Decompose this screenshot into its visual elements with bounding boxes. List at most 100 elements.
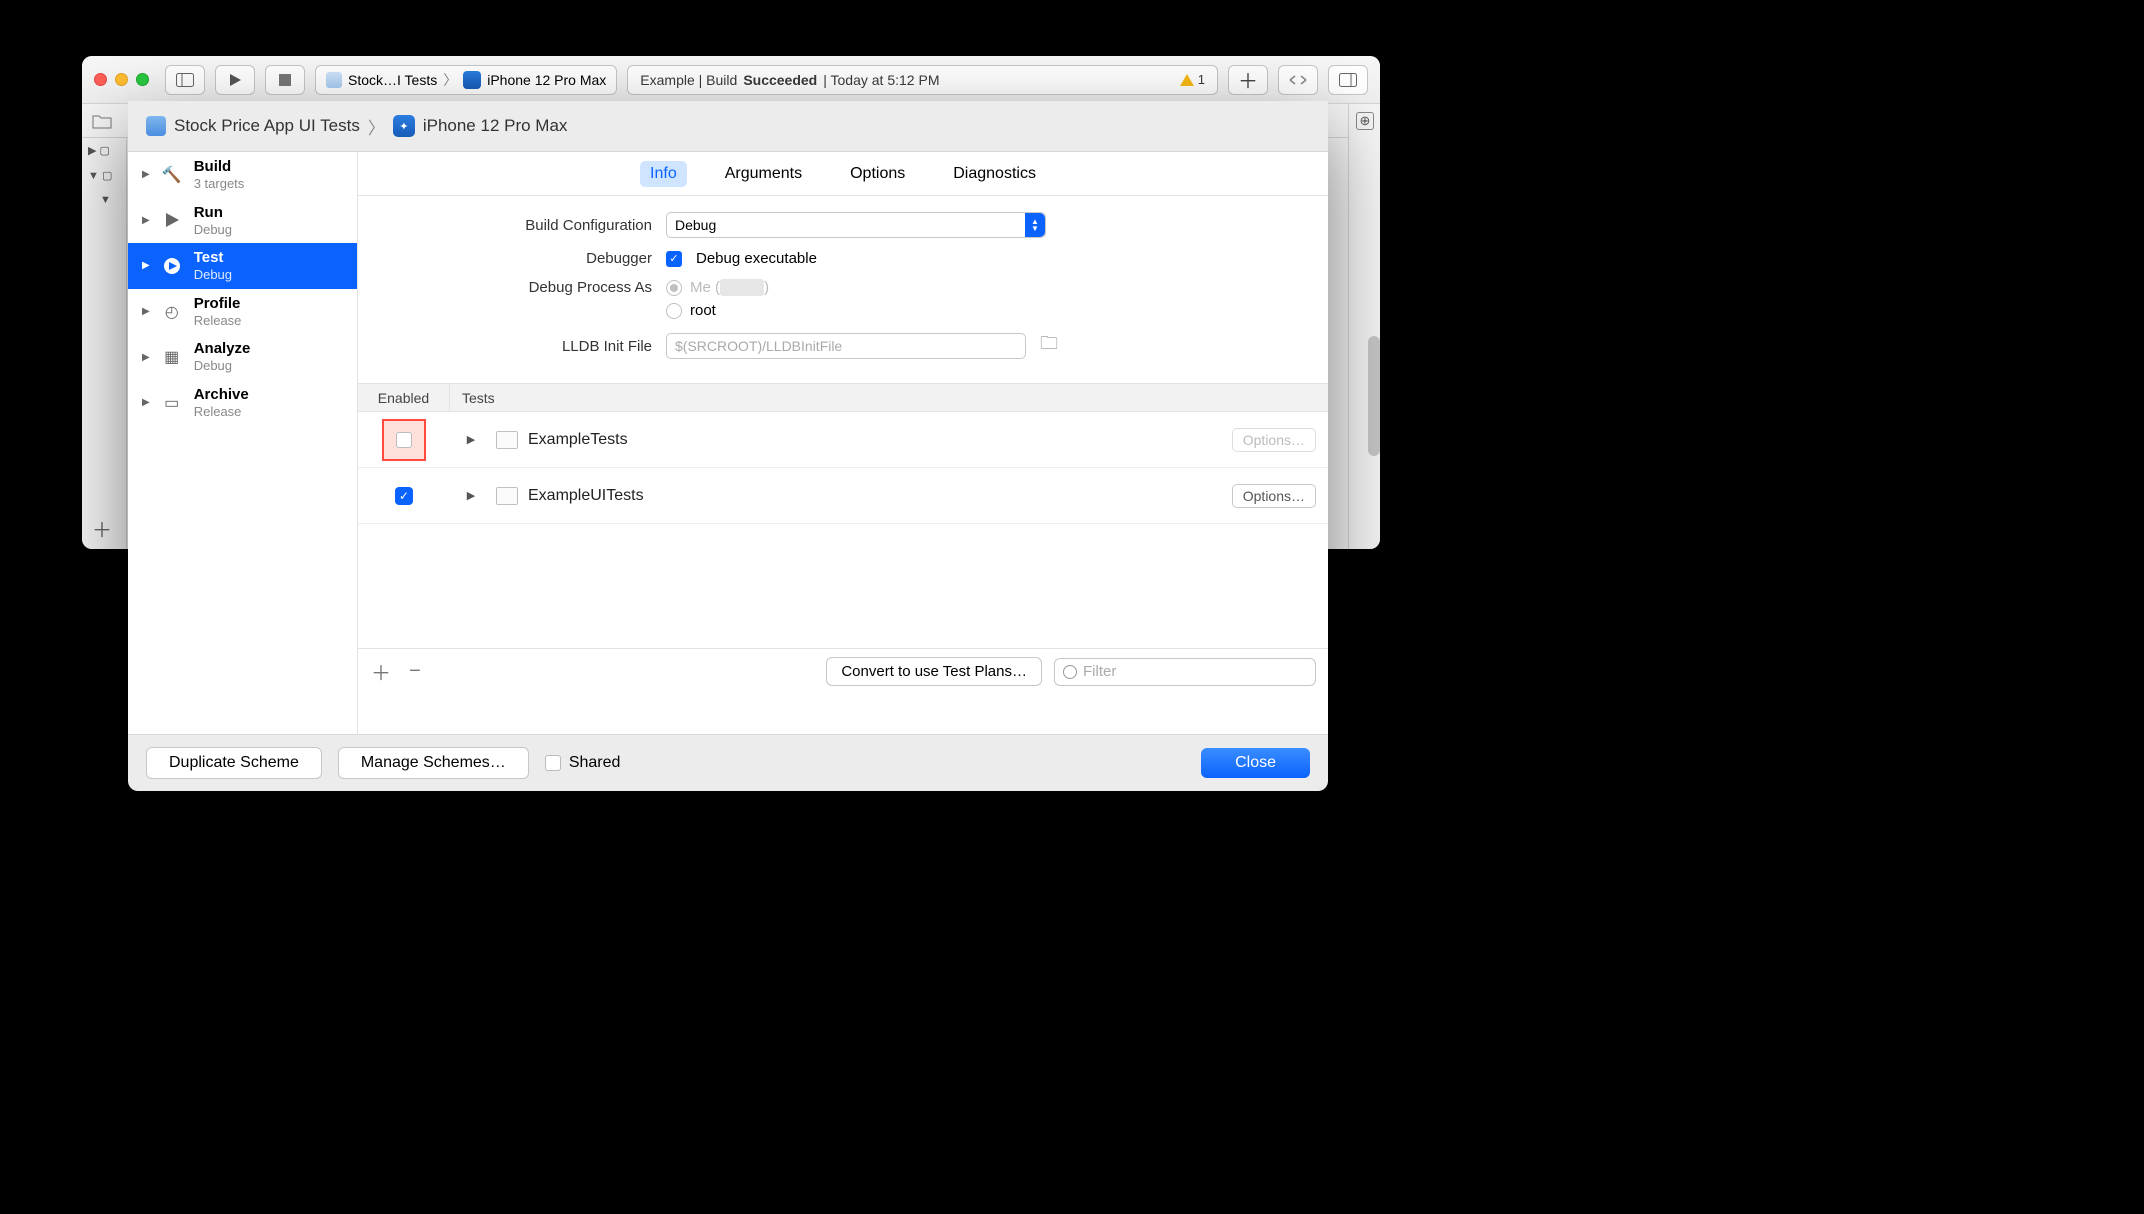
test-options-button[interactable]: Options…: [1232, 484, 1316, 508]
sidebar-item-label: Test: [194, 249, 232, 267]
enabled-checkbox-highlight: [382, 419, 426, 461]
scheme-icon: [326, 72, 342, 88]
close-button[interactable]: Close: [1201, 748, 1310, 778]
disclosure-triangle-icon[interactable]: ▼ ▢: [82, 163, 126, 188]
inspector-toggle-button[interactable]: [1328, 65, 1368, 95]
test-bundle-icon: [496, 487, 518, 505]
lldb-init-input[interactable]: $(SRCROOT)/LLDBInitFile: [666, 333, 1026, 359]
disclosure-icon: ▶: [142, 306, 150, 317]
code-review-button[interactable]: [1278, 65, 1318, 95]
close-window-icon[interactable]: [94, 73, 107, 86]
sheet-body: ▶ 🔨 Build3 targets ▶ RunDebug ▶ TestDebu…: [128, 151, 1328, 735]
shared-checkbox[interactable]: [545, 755, 561, 771]
radio-me-label: Me ( ): [690, 279, 769, 296]
sidebar-item-archive[interactable]: ▶ ▭ ArchiveRelease: [128, 380, 357, 426]
disclosure-icon[interactable]: ▶: [456, 433, 486, 446]
label-debug-process: Debug Process As: [382, 279, 652, 296]
sidebar-item-analyze[interactable]: ▶ ▦ AnalyzeDebug: [128, 334, 357, 380]
sidebar-item-sub: Release: [194, 404, 249, 420]
radio-root-label: root: [690, 302, 716, 319]
remove-test-button[interactable]: −: [404, 660, 426, 683]
col-tests: Tests: [450, 390, 495, 406]
filter-scope-icon: [1063, 665, 1077, 679]
window-traffic-lights: [94, 73, 149, 86]
device-name: iPhone 12 Pro Max: [487, 72, 606, 88]
simulator-icon: ✦: [393, 115, 415, 137]
minimize-window-icon[interactable]: [115, 73, 128, 86]
enabled-checkbox[interactable]: ✓: [395, 487, 413, 505]
stop-button[interactable]: [265, 65, 305, 95]
label-debugger: Debugger: [382, 250, 652, 267]
tab-diagnostics[interactable]: Diagnostics: [943, 161, 1046, 187]
tab-options[interactable]: Options: [840, 161, 915, 187]
shared-checkbox-group[interactable]: Shared: [545, 754, 621, 772]
activity-status[interactable]: Example | Build Succeeded | Today at 5:1…: [627, 65, 1218, 95]
breadcrumb: Stock Price App UI Tests 〉 ✦ iPhone 12 P…: [128, 101, 1328, 151]
radio-me[interactable]: [666, 280, 682, 296]
convert-test-plans-button[interactable]: Convert to use Test Plans…: [826, 657, 1042, 686]
disclosure-icon: ▶: [142, 215, 150, 226]
play-icon: [160, 208, 184, 232]
main-panel: Info Arguments Options Diagnostics Build…: [358, 152, 1328, 734]
chevron-right-icon: 〉: [443, 70, 457, 90]
sidebar-item-profile[interactable]: ▶ ◴ ProfileRelease: [128, 289, 357, 335]
build-config-select[interactable]: Debug ▲▼: [666, 212, 1046, 238]
archive-icon: ▭: [160, 391, 184, 415]
test-name: ExampleTests: [528, 431, 1232, 449]
status-text-bold: Succeeded: [743, 72, 817, 88]
disclosure-icon: ▶: [142, 397, 150, 408]
label-build-config: Build Configuration: [382, 217, 652, 234]
library-add-icon[interactable]: ⊕: [1356, 112, 1374, 130]
disclosure-triangle-icon[interactable]: ▼: [82, 188, 126, 212]
add-navigator-button[interactable]: ＋: [92, 514, 112, 543]
analyze-icon: ▦: [160, 345, 184, 369]
navigator-toggle-button[interactable]: [165, 65, 205, 95]
tab-arguments[interactable]: Arguments: [715, 161, 812, 187]
shared-label: Shared: [569, 754, 621, 772]
scheme-selector[interactable]: Stock…I Tests 〉 iPhone 12 Pro Max: [315, 65, 617, 95]
tab-info[interactable]: Info: [640, 161, 687, 187]
breadcrumb-device[interactable]: iPhone 12 Pro Max: [423, 116, 568, 136]
warning-count: 1: [1198, 72, 1205, 87]
tests-footer: ＋ − Convert to use Test Plans… Filter: [358, 648, 1328, 694]
sidebar-item-run[interactable]: ▶ RunDebug: [128, 198, 357, 244]
sidebar-item-sub: Debug: [194, 222, 232, 238]
test-row[interactable]: ▶ ExampleTests Options…: [358, 412, 1328, 468]
sidebar-item-sub: Debug: [194, 358, 251, 374]
disclosure-icon: ▶: [142, 352, 150, 363]
sidebar-item-label: Archive: [194, 386, 249, 404]
enabled-checkbox[interactable]: [396, 432, 412, 448]
sidebar-item-sub: 3 targets: [194, 176, 245, 192]
sidebar-item-test[interactable]: ▶ TestDebug: [128, 243, 357, 289]
disclosure-icon[interactable]: ▶: [456, 489, 486, 502]
test-options-button[interactable]: Options…: [1232, 428, 1316, 452]
segment-tabs: Info Arguments Options Diagnostics: [358, 152, 1328, 196]
filter-input[interactable]: Filter: [1054, 658, 1316, 686]
titlebar: Stock…I Tests 〉 iPhone 12 Pro Max Exampl…: [82, 56, 1380, 104]
tests-table: Enabled Tests ▶ ExampleTests Options… ✓ …: [358, 383, 1328, 694]
test-name: ExampleUITests: [528, 487, 1232, 505]
sidebar-item-build[interactable]: ▶ 🔨 Build3 targets: [128, 152, 357, 198]
scheme-name: Stock…I Tests: [348, 72, 437, 88]
breadcrumb-scheme[interactable]: Stock Price App UI Tests: [174, 116, 360, 136]
scheme-sidebar: ▶ 🔨 Build3 targets ▶ RunDebug ▶ TestDebu…: [128, 152, 358, 734]
scrollbar[interactable]: [1368, 336, 1380, 456]
tests-header: Enabled Tests: [358, 384, 1328, 412]
warning-indicator[interactable]: 1: [1180, 72, 1205, 87]
select-arrows-icon: ▲▼: [1025, 213, 1045, 237]
zoom-window-icon[interactable]: [136, 73, 149, 86]
radio-root[interactable]: [666, 303, 682, 319]
status-text-prefix: Example | Build: [640, 72, 737, 88]
debug-executable-checkbox[interactable]: ✓: [666, 251, 682, 267]
disclosure-triangle-icon[interactable]: ▶ ▢: [82, 138, 126, 163]
add-test-button[interactable]: ＋: [370, 657, 392, 686]
hammer-icon: 🔨: [160, 163, 184, 187]
run-button[interactable]: [215, 65, 255, 95]
folder-browse-icon[interactable]: 🗀: [1040, 331, 1058, 361]
duplicate-scheme-button[interactable]: Duplicate Scheme: [146, 747, 322, 779]
test-row[interactable]: ✓ ▶ ExampleUITests Options…: [358, 468, 1328, 524]
scheme-editor-sheet: Stock Price App UI Tests 〉 ✦ iPhone 12 P…: [128, 101, 1328, 791]
add-button[interactable]: ＋: [1228, 65, 1268, 95]
sidebar-item-sub: Release: [194, 313, 242, 329]
manage-schemes-button[interactable]: Manage Schemes…: [338, 747, 529, 779]
